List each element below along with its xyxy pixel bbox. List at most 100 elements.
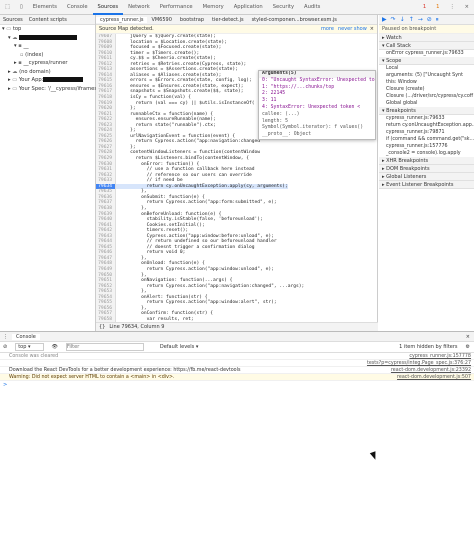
section-item[interactable]: cypress_runner.js:157776 <box>379 143 474 150</box>
cloud-icon: ☁ <box>12 34 20 41</box>
section-item[interactable]: cypress_runner.js:79871 <box>379 129 474 136</box>
console-prompt[interactable]: > <box>0 381 474 389</box>
filter-input[interactable] <box>65 343 144 351</box>
section-xhr-breakpoints[interactable]: ▸ XHR Breakpoints <box>379 157 474 165</box>
section-item[interactable]: Closure (.../driver/src/cypress/cy.coff <box>379 93 474 100</box>
error-count-badge[interactable]: 1 <box>418 0 431 15</box>
section-breakpoints[interactable]: ▾ Breakpoints <box>379 107 474 115</box>
tree-item[interactable]: ▫ (index) <box>0 51 95 60</box>
editor-tab[interactable]: bootstrap <box>176 17 208 23</box>
message-text: Console was cleared <box>9 354 59 359</box>
close-icon[interactable]: × <box>370 26 374 32</box>
step-over-icon[interactable]: ↷ <box>391 16 396 23</box>
mouse-cursor <box>369 451 379 461</box>
section-item[interactable]: arguments: (5) ["Uncaught Synt <box>379 72 474 79</box>
section-global-listeners[interactable]: ▸ Global Listeners <box>379 173 474 181</box>
popover-title[interactable]: Arguments(5) <box>259 71 375 78</box>
section-item[interactable]: cypress_runner.js:79633 <box>379 115 474 122</box>
navigator-tabs: Sources Content scripts <box>0 15 95 25</box>
popover-row[interactable]: __proto__: Object <box>259 132 375 139</box>
editor-tab[interactable]: tier-detect.js <box>208 17 248 23</box>
section-watch[interactable]: ▸ Watch <box>379 34 474 42</box>
eye-icon[interactable]: 👁 <box>52 344 58 350</box>
pause-on-exceptions-icon[interactable]: ⏸ <box>436 16 439 24</box>
console-message: Console was cleared cypress_runner.js:157… <box>0 353 474 360</box>
message-source-link[interactable]: react-dom.development.js:507 <box>397 374 471 380</box>
source-map-banner: Source Map detected. more never show × <box>96 25 377 34</box>
message-source-link[interactable]: tests?p=cypress/integ.Page_spec.js:376:2… <box>367 360 471 366</box>
step-into-icon[interactable]: ↓ <box>400 16 405 23</box>
tab-network[interactable]: Network <box>123 0 155 15</box>
console-message: Download the React DevTools for a better… <box>0 367 474 374</box>
context-select[interactable]: top ▾ <box>15 343 44 351</box>
section-item[interactable]: if (command && command.get("sk... <box>379 136 474 143</box>
section-scope[interactable]: ▾ Scope <box>379 57 474 65</box>
message-source-link[interactable]: cypress_runner.js:157778 <box>409 353 471 359</box>
levels-dropdown[interactable]: Default levels ▾ <box>160 344 198 350</box>
editor-tab[interactable]: styled-componen...browser.esm.js <box>248 17 341 23</box>
section-title: Call Stack <box>386 43 411 49</box>
section-item[interactable]: Closure (create) <box>379 86 474 93</box>
console-messages: Console was cleared cypress_runner.js:157… <box>0 353 474 381</box>
message-source-link[interactable]: react-dom.development.js:23392 <box>391 367 471 373</box>
settings-icon[interactable]: ⚙ <box>466 344 470 350</box>
tab-sources[interactable]: Sources <box>92 0 124 15</box>
section-event-listener-breakpoints[interactable]: ▸ Event Listener Breakpoints <box>379 181 474 189</box>
tree-item-label: Your App: <box>18 77 44 83</box>
tab-console[interactable]: Console <box>62 0 93 15</box>
tree-item[interactable]: ▸ ▭ Your Spec: '/__cypress/iframes/int..… <box>0 85 111 94</box>
tab-performance[interactable]: Performance <box>155 0 198 15</box>
clear-console-icon[interactable]: ⊘ <box>3 344 7 350</box>
close-drawer-icon[interactable]: × <box>466 334 470 340</box>
tree-item[interactable]: ▸ ▭ Your App: <box>0 76 95 85</box>
devtools-top-tabbar: ⬚ ▯ Elements Console Sources Network Perform… <box>0 0 474 15</box>
popover-row[interactable]: 4: SyntaxError: Unexpected token < <box>259 105 375 112</box>
inspect-icon[interactable]: ⬚ <box>0 0 15 15</box>
section-call-stack[interactable]: ▾ Call Stack <box>379 42 474 50</box>
more-menu-icon[interactable]: ⋮ <box>444 0 459 15</box>
popover-row[interactable]: callee: (...) <box>259 112 375 119</box>
warning-count-badge[interactable]: 1 <box>431 0 444 15</box>
popover-row[interactable]: 2: 22145 <box>259 91 375 98</box>
nav-tab-0[interactable]: Sources <box>0 17 26 23</box>
section-item[interactable]: Global global <box>379 100 474 107</box>
debugger-sidebar: ▶ ↷ ↓ ↑ → ⊘ ⏸ Paused on breakpoint ▸ Wat… <box>379 15 474 331</box>
device-toggle-icon[interactable]: ▯ <box>15 0 28 15</box>
deactivate-breakpoints-icon[interactable]: ⊘ <box>427 16 432 23</box>
editor-tab[interactable]: VM6590 <box>147 17 175 23</box>
tab-memory[interactable]: Memory <box>198 0 229 15</box>
popover-row[interactable]: 0: "Uncaught SyntaxError: Unexpected tok… <box>259 78 375 85</box>
tab-security[interactable]: Security <box>268 0 299 15</box>
tab-audits[interactable]: Audits <box>299 0 325 15</box>
tree-item[interactable]: ▸ ☁ (no domain) <box>0 68 95 77</box>
tree-item[interactable]: ▸ ▪ __cypress/runner <box>0 59 95 68</box>
hidden-count: 1 item hidden by filters <box>399 344 458 350</box>
tab-elements[interactable]: Elements <box>28 0 62 15</box>
section-dom-breakpoints[interactable]: ▸ DOM Breakpoints <box>379 165 474 173</box>
resume-icon[interactable]: ▶ <box>382 16 387 23</box>
source-map-more-link[interactable]: more <box>321 26 334 32</box>
tree-item[interactable]: ▾ ▪ __ <box>0 42 95 51</box>
section-item[interactable]: this: Window <box>379 79 474 86</box>
section-item[interactable]: onError cypress_runner.js:79633 <box>379 50 474 57</box>
close-devtools-icon[interactable]: × <box>460 0 474 15</box>
console-tab[interactable]: Console <box>12 333 40 340</box>
tree-item[interactable]: ▾ ▭ top <box>0 25 95 34</box>
format-icon[interactable]: {} <box>99 324 105 330</box>
popover-row[interactable]: 3: 11 <box>259 98 375 105</box>
source-map-never-link[interactable]: never show <box>338 26 367 32</box>
tree-item[interactable]: ▾ ☁ <box>0 34 95 43</box>
section-item[interactable]: Local <box>379 65 474 72</box>
redacted-block <box>19 34 78 40</box>
drawer-menu-icon[interactable]: ⋮ <box>3 334 8 340</box>
section-item[interactable]: _console2 = console).log.apply <box>379 150 474 157</box>
nav-tab-1[interactable]: Content scripts <box>26 17 70 23</box>
file-tree: ▾ ▭ top ▾ ☁ ▾ ▪ __ ▫ (index) ▸ ▪ __cypress… <box>0 25 111 94</box>
step-out-icon[interactable]: ↑ <box>409 16 414 23</box>
section-item[interactable]: return cy.onUncaughtException.app... <box>379 122 474 129</box>
step-icon[interactable]: → <box>418 16 423 23</box>
editor-tab[interactable]: cypress_runner.js <box>96 16 148 23</box>
tab-application[interactable]: Application <box>229 0 268 15</box>
debugger-toolbar: ▶ ↷ ↓ ↑ → ⊘ ⏸ <box>379 15 474 25</box>
section-title: Breakpoints <box>386 108 416 114</box>
